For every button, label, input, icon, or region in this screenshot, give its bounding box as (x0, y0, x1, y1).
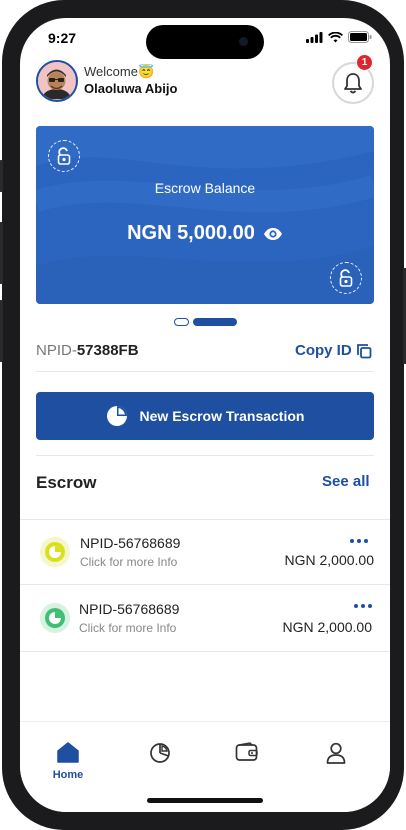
lock-badge-top (48, 140, 80, 172)
copy-id-label: Copy ID (295, 342, 352, 359)
new-escrow-label: New Escrow Transaction (139, 408, 305, 424)
lock-badge-bottom (330, 262, 362, 294)
npid-prefix: NPID- (36, 342, 77, 359)
home-indicator (147, 798, 263, 803)
wifi-icon (328, 31, 343, 42)
escrow-item-subtitle: Click for more Info (79, 621, 177, 635)
battery-icon (348, 31, 372, 43)
see-all-link[interactable]: See all (322, 473, 370, 490)
avatar-image (38, 62, 75, 100)
status-time: 9:27 (48, 30, 77, 46)
escrow-item-amount: NGN 2,000.00 (284, 552, 375, 568)
copy-icon (356, 343, 372, 358)
pie-chart-icon (106, 406, 127, 426)
escrow-section-title: Escrow (36, 473, 97, 492)
tab-home-label: Home (52, 769, 84, 781)
volume-up-button (0, 222, 3, 284)
tab-wallet[interactable] (223, 742, 271, 762)
more-options-icon[interactable] (350, 539, 368, 543)
padlock-icon (339, 269, 353, 287)
dynamic-island (146, 25, 264, 59)
eye-icon[interactable] (263, 227, 283, 241)
tab-escrow[interactable] (136, 742, 184, 764)
side-button (0, 160, 3, 192)
new-escrow-transaction-button[interactable]: New Escrow Transaction (36, 392, 374, 440)
carousel-dot-2-active[interactable] (193, 318, 237, 326)
status-icons (306, 31, 372, 43)
bell-icon (344, 73, 362, 94)
more-options-icon[interactable] (354, 604, 372, 608)
divider (36, 455, 374, 456)
notification-badge: 1 (356, 54, 373, 71)
balance-card[interactable]: Escrow Balance NGN 5,000.00 (36, 126, 374, 304)
avatar[interactable] (36, 60, 78, 102)
card-wave-pattern (36, 126, 374, 304)
signal-icon (306, 31, 323, 43)
divider (36, 371, 374, 372)
escrow-item-id: NPID-56768689 (80, 535, 181, 551)
volume-down-button (0, 300, 3, 362)
wallet-icon (235, 742, 258, 761)
npid-value: 57388FB (76, 342, 139, 359)
pie-chart-icon (150, 743, 170, 763)
escrow-item-id: NPID-56768689 (79, 601, 180, 617)
welcome-text: Welcome😇 (84, 64, 154, 80)
status-pie-icon (40, 603, 70, 633)
status-pie-icon (40, 537, 70, 567)
app-screen: 9:27 Welcome😇 Olaoluwa Abijo 1 Escrow Ba… (20, 18, 390, 812)
home-icon (57, 742, 79, 763)
escrow-list-item[interactable]: NPID-56768689 Click for more Info NGN 2,… (20, 586, 390, 652)
npid-display: NPID-57388FB (36, 342, 139, 359)
tab-home[interactable]: Home (44, 742, 92, 781)
phone-frame: 9:27 Welcome😇 Olaoluwa Abijo 1 Escrow Ba… (0, 0, 406, 830)
copy-id-button[interactable]: Copy ID (295, 342, 372, 359)
balance-amount-row: NGN 5,000.00 (36, 222, 374, 245)
welcome-label: Welcome (84, 64, 138, 79)
balance-label: Escrow Balance (154, 180, 256, 196)
username: Olaoluwa Abijo (84, 81, 178, 96)
escrow-item-subtitle: Click for more Info (80, 555, 178, 569)
welcome-emoji: 😇 (137, 64, 155, 79)
profile-icon (326, 742, 346, 764)
carousel-dot-1[interactable] (174, 318, 189, 326)
escrow-item-amount: NGN 2,000.00 (282, 619, 373, 635)
padlock-icon (57, 147, 71, 165)
balance-amount: NGN 5,000.00 (127, 222, 255, 244)
escrow-list-item[interactable]: NPID-56768689 Click for more Info NGN 2,… (20, 519, 390, 585)
tab-profile[interactable] (312, 742, 360, 764)
